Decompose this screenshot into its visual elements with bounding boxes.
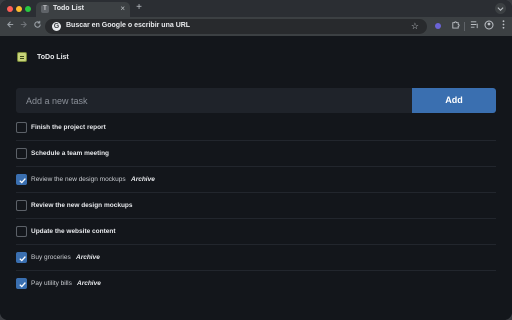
task-label: Schedule a team meeting xyxy=(31,150,110,157)
tab-close-icon[interactable]: × xyxy=(120,4,125,14)
task-label: Update the website content xyxy=(31,228,116,235)
task-label: Finish the project report xyxy=(31,124,106,131)
task-row: Buy groceries Archive xyxy=(16,245,496,271)
media-icon[interactable] xyxy=(468,20,480,32)
tab-title: Todo List xyxy=(53,5,84,12)
menu-icon[interactable] xyxy=(497,20,509,32)
task-checkbox[interactable] xyxy=(16,174,27,185)
tab-search-button[interactable] xyxy=(495,3,506,14)
page-content: ToDo List Add Finish the project report S… xyxy=(0,36,512,320)
task-list: Finish the project report Schedule a team… xyxy=(16,115,496,297)
task-checkbox[interactable] xyxy=(16,200,27,211)
profile-icon[interactable] xyxy=(483,20,495,32)
minimize-window-button[interactable] xyxy=(16,6,22,12)
archive-link[interactable]: Archive xyxy=(77,280,101,287)
address-bar[interactable]: G Buscar en Google o escribir una URL ☆ xyxy=(45,19,427,34)
task-checkbox[interactable] xyxy=(16,226,27,237)
reload-icon[interactable] xyxy=(31,20,43,32)
archive-link[interactable]: Archive xyxy=(76,254,100,261)
chevron-down-icon xyxy=(497,7,504,11)
checkmark-icon xyxy=(19,282,26,288)
task-row: Finish the project report xyxy=(16,115,496,141)
new-tab-button[interactable]: + xyxy=(133,2,145,14)
maximize-window-button[interactable] xyxy=(25,6,31,12)
tab-strip: T Todo List × + xyxy=(0,0,512,17)
tab-favicon-icon: T xyxy=(41,5,49,13)
star-icon[interactable]: ☆ xyxy=(411,21,419,32)
add-task-button[interactable]: Add xyxy=(412,88,496,113)
task-row: Pay utility bills Archive xyxy=(16,271,496,297)
task-checkbox[interactable] xyxy=(16,148,27,159)
google-icon: G xyxy=(52,22,61,31)
task-label: Review the new design mockups xyxy=(31,202,133,209)
task-label: Pay utility bills xyxy=(31,280,72,287)
task-row: Update the website content xyxy=(16,219,496,245)
new-task-input[interactable] xyxy=(16,88,412,113)
task-label: Review the new design mockups xyxy=(31,176,126,183)
page-title: ToDo List xyxy=(37,54,69,61)
checkmark-icon xyxy=(19,256,26,262)
task-label: Buy groceries xyxy=(31,254,71,261)
task-checkbox[interactable] xyxy=(16,122,27,133)
notepad-icon xyxy=(17,52,27,62)
forward-icon[interactable] xyxy=(17,20,29,32)
back-icon[interactable] xyxy=(4,20,16,32)
task-row: Schedule a team meeting xyxy=(16,141,496,167)
close-window-button[interactable] xyxy=(7,6,13,12)
browser-toolbar: G Buscar en Google o escribir una URL ☆ xyxy=(0,17,512,36)
task-row: Review the new design mockups xyxy=(16,193,496,219)
task-checkbox[interactable] xyxy=(16,278,27,289)
browser-window: T Todo List × + G Buscar en Google o esc… xyxy=(0,0,512,320)
task-checkbox[interactable] xyxy=(16,252,27,263)
tab-todo-list[interactable]: T Todo List × xyxy=(36,2,130,17)
archive-link[interactable]: Archive xyxy=(131,176,155,183)
toolbar-divider xyxy=(464,22,465,31)
task-row: Review the new design mockups Archive xyxy=(16,167,496,193)
extension-icon[interactable] xyxy=(435,23,441,29)
address-bar-text: Buscar en Google o escribir una URL xyxy=(66,22,191,29)
puzzle-icon[interactable] xyxy=(449,20,461,32)
checkmark-icon xyxy=(19,178,26,184)
